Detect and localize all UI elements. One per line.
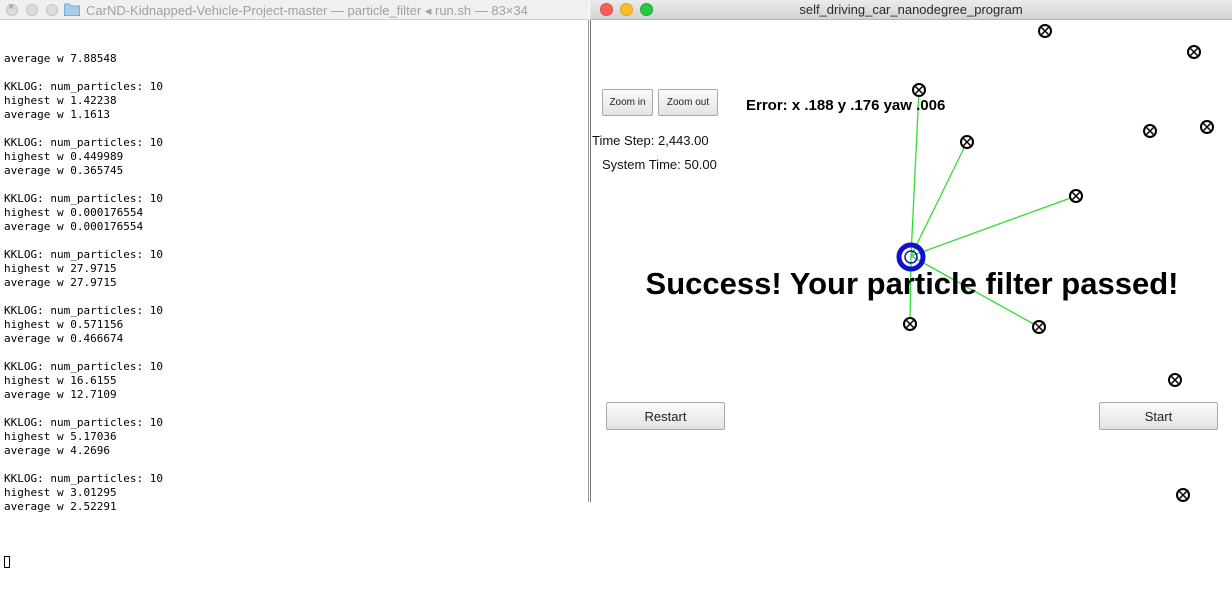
terminal-line: average w 0.466674 [4,332,124,345]
terminal-line: KKLOG: num_particles: 10 [4,80,163,93]
simulator-window: self_driving_car_nanodegree_program Zoom… [590,0,1232,502]
landmark-marker [960,135,974,149]
start-button[interactable]: Start [1099,402,1218,430]
zoom-out-button[interactable]: Zoom out [658,89,718,116]
terminal-line: average w 7.88548 [4,52,117,65]
terminal-line: highest w 5.17036 [4,430,117,443]
system-time-label: System Time: 50.00 [602,157,717,172]
restart-button[interactable]: Restart [606,402,725,430]
terminal-line: average w 2.52291 [4,500,117,513]
terminal-line: highest w 27.9715 [4,262,117,275]
success-message: Success! Your particle filter passed! [645,266,1179,301]
terminal-line: KKLOG: num_particles: 10 [4,472,163,485]
terminal-line: KKLOG: num_particles: 10 [4,136,163,149]
terminal-output[interactable]: average w 7.88548 KKLOG: num_particles: 1… [4,24,163,598]
landmark-marker [1187,45,1201,59]
terminal-zoom-button[interactable] [46,4,58,16]
landmark-marker [912,83,926,97]
terminal-line: highest w 0.000176554 [4,206,144,219]
terminal-line: highest w 16.6155 [4,374,117,387]
terminal-line: KKLOG: num_particles: 10 [4,192,163,205]
terminal-line: highest w 3.01295 [4,486,117,499]
terminal-title: CarND-Kidnapped-Vehicle-Project-master —… [86,3,528,18]
landmark-marker [1069,189,1083,203]
observation-line [910,89,920,257]
landmark-marker [1176,488,1190,502]
landmark-marker [1038,24,1052,38]
landmark-marker [1143,124,1157,138]
terminal-line: average w 27.9715 [4,276,117,289]
landmark-marker [1032,320,1046,334]
terminal-titlebar: CarND-Kidnapped-Vehicle-Project-master —… [0,0,589,20]
landmark-marker [903,317,917,331]
terminal-line: KKLOG: num_particles: 10 [4,248,163,261]
terminal-line: KKLOG: num_particles: 10 [4,360,163,373]
simulator-title: self_driving_car_nanodegree_program [799,2,1023,17]
terminal-close-button[interactable] [6,1,18,16]
terminal-line: average w 1.1613 [4,108,110,121]
terminal-window: CarND-Kidnapped-Vehicle-Project-master —… [0,0,589,568]
terminal-line: average w 4.2696 [4,444,110,457]
terminal-line: average w 0.365745 [4,164,124,177]
folder-icon [64,3,80,16]
terminal-line: highest w 1.42238 [4,94,117,107]
zoom-in-button[interactable]: Zoom in [602,89,653,116]
landmark-marker [1200,120,1214,134]
terminal-minimize-button[interactable] [26,4,38,16]
simulation-canvas[interactable]: Zoom in Zoom out Time Step: 2,443.00 Sys… [590,20,1232,502]
error-readout: Error: x .188 y .176 yaw .006 [746,97,946,114]
terminal-line: average w 12.7109 [4,388,117,401]
terminal-line: KKLOG: num_particles: 10 [4,304,163,317]
terminal-line: KKLOG: num_particles: 10 [4,416,163,429]
time-step-label: Time Step: 2,443.00 [592,133,709,148]
simulator-titlebar: self_driving_car_nanodegree_program [590,0,1232,20]
terminal-cursor [4,556,10,568]
terminal-line: highest w 0.571156 [4,318,124,331]
landmark-marker [1168,373,1182,387]
terminal-line: average w 0.000176554 [4,220,144,233]
terminal-lines: average w 7.88548 KKLOG: num_particles: 1… [4,52,163,528]
terminal-line: highest w 0.449989 [4,150,124,163]
